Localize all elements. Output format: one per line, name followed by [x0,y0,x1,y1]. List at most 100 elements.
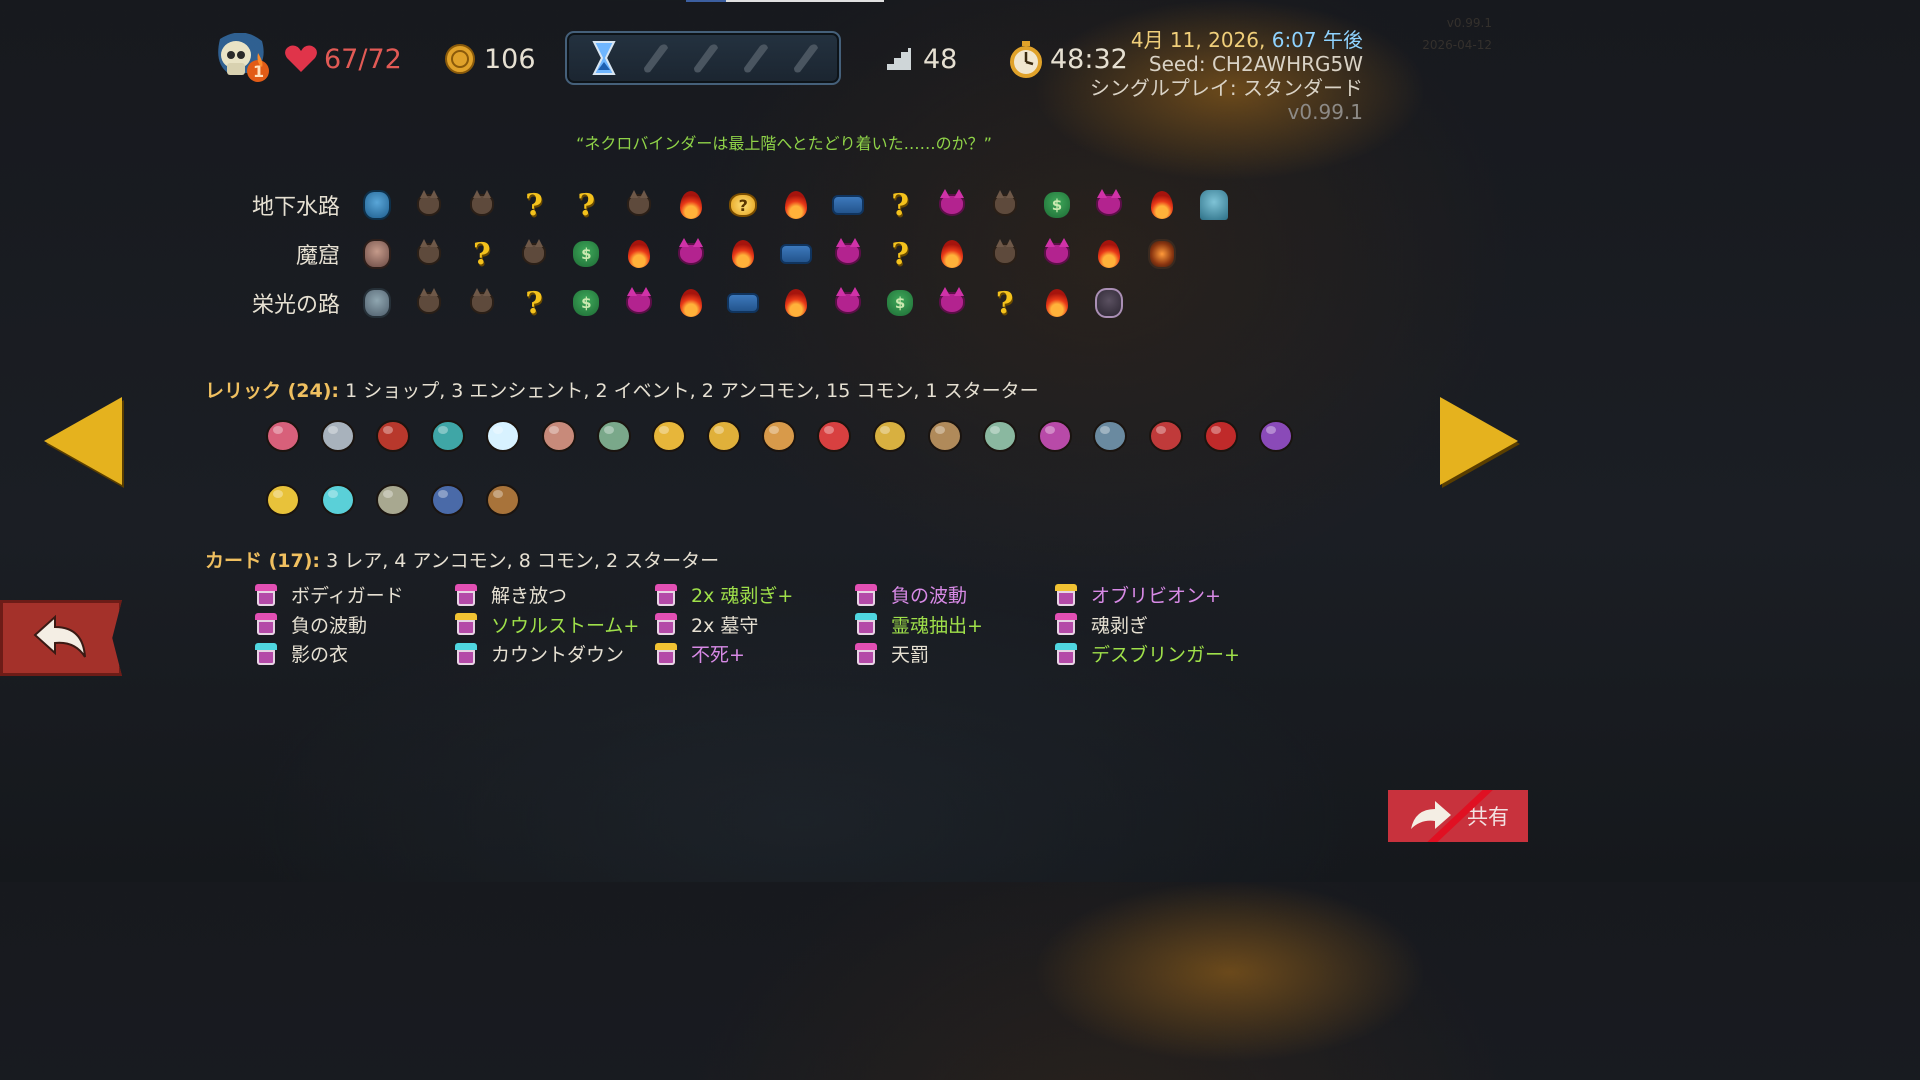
potion-slot-empty[interactable] [785,40,822,77]
map-node-boss-icon[interactable] [351,283,403,323]
relic-backpack-icon[interactable] [917,408,972,460]
relic-golden-crown-icon[interactable] [641,408,696,460]
map-node-unknown-icon[interactable]: ? [508,185,560,225]
card-entry[interactable]: 不死+ [655,639,855,669]
map-node-boss-icon[interactable] [1083,283,1135,323]
relic-teapot-icon[interactable] [972,408,1027,460]
map-node-boss-icon[interactable] [351,234,403,274]
map-node-rest-icon[interactable] [665,185,717,225]
map-node-unknown-icon[interactable]: ? [874,234,926,274]
card-entry[interactable]: カウントダウン [455,639,655,669]
card-entry[interactable]: 影の衣 [255,639,455,669]
map-node-rest-icon[interactable] [769,283,821,323]
map-node-shop-icon[interactable]: $ [560,234,612,274]
relic-teal-bowl-icon[interactable] [421,408,476,460]
map-node-rest-icon[interactable] [665,283,717,323]
map-node-elite-icon[interactable] [1083,185,1135,225]
relic-red-mailbox-icon[interactable] [365,408,420,460]
potion-slot-empty[interactable] [635,40,672,77]
card-entry[interactable]: 魂剥ぎ [1055,610,1255,640]
cards-summary: 3 レア, 4 アンコモン, 8 コモン, 2 スターター [326,550,720,572]
map-node-boss-icon[interactable] [1135,234,1187,274]
map-node-elite-icon[interactable] [665,234,717,274]
map-node-monster-icon[interactable] [403,234,455,274]
map-node-elite-icon[interactable] [612,283,664,323]
map-node-monster-icon[interactable] [403,283,455,323]
relic-tag-icon[interactable] [1083,408,1138,460]
previous-run-arrow-icon[interactable] [44,397,122,485]
character-portrait[interactable]: 1 [212,33,272,82]
map-node-boss-icon[interactable] [1188,185,1240,225]
relic-heart-coral-icon[interactable] [255,408,310,460]
map-node-monster-icon[interactable] [456,185,508,225]
map-node-unknown-icon[interactable]: ? [560,185,612,225]
relic-lipstick-icon[interactable] [807,408,862,460]
map-node-rest-icon[interactable] [612,234,664,274]
map-node-unknown-icon[interactable]: ? [508,283,560,323]
card-entry[interactable]: 解き放つ [455,580,655,610]
map-node-elite-icon[interactable] [926,283,978,323]
map-node-rest-icon[interactable] [769,185,821,225]
map-node-shop-icon[interactable]: $ [874,283,926,323]
card-entry[interactable]: 2x 墓守 [655,610,855,640]
map-node-unknown-icon[interactable]: ? [874,185,926,225]
relic-origami-icon[interactable] [752,408,807,460]
relic-red-cushion-icon[interactable] [1138,408,1193,460]
map-node-ancient-icon[interactable]: ? [717,185,769,225]
back-button[interactable] [0,600,122,676]
map-node-monster-icon[interactable] [456,283,508,323]
relic-red-potion-icon[interactable] [1193,408,1248,460]
potion-slot-empty[interactable] [735,40,772,77]
potion-slot-empty[interactable] [685,40,722,77]
map-node-rest-icon[interactable] [1083,234,1135,274]
relic-scissors-icon[interactable] [310,408,365,460]
map-node-shop-icon[interactable]: $ [560,283,612,323]
map-node-monster-icon[interactable] [508,234,560,274]
relic-sunflower-icon[interactable] [255,472,310,524]
card-entry[interactable]: ソウルストーム+ [455,610,655,640]
card-icon [1055,583,1077,606]
map-node-elite-icon[interactable] [1031,234,1083,274]
relic-golden-vajra-icon[interactable] [697,408,752,460]
map-node-monster-icon[interactable] [403,185,455,225]
card-entry[interactable]: ボディガード [255,580,455,610]
card-entry[interactable]: オブリビオン+ [1055,580,1255,610]
potion-slot-hourglass[interactable] [585,40,622,77]
map-node-elite-icon[interactable] [822,283,874,323]
map-node-rest-icon[interactable] [717,234,769,274]
card-entry[interactable]: 負の波動 [255,610,455,640]
map-node-treasure-icon[interactable] [822,185,874,225]
relic-purple-slug-icon[interactable] [1248,408,1303,460]
map-node-unknown-icon[interactable]: ? [456,234,508,274]
card-entry[interactable]: 2x 魂剥ぎ+ [655,580,855,610]
map-node-monster-icon[interactable] [612,185,664,225]
relic-gold-ring-icon[interactable] [862,408,917,460]
map-node-rest-icon[interactable] [1135,185,1187,225]
relic-whetstone-icon[interactable] [421,472,476,524]
next-run-arrow-icon[interactable] [1440,397,1518,485]
share-button[interactable]: 共有 [1388,790,1528,842]
relic-wood-totem-icon[interactable] [476,472,531,524]
map-node-rest-icon[interactable] [1031,283,1083,323]
card-entry[interactable]: 霊魂抽出+ [855,610,1055,640]
map-node-monster-icon[interactable] [979,185,1031,225]
map-node-elite-icon[interactable] [822,234,874,274]
relic-purple-potion-icon[interactable] [1028,408,1083,460]
card-entry[interactable]: 負の波動 [855,580,1055,610]
map-node-treasure-icon[interactable] [769,234,821,274]
potion-belt [565,31,841,85]
relic-feather-icon[interactable] [531,408,586,460]
map-node-boss-icon[interactable] [351,185,403,225]
map-node-monster-icon[interactable] [979,234,1031,274]
map-node-treasure-icon[interactable] [717,283,769,323]
map-node-unknown-icon[interactable]: ? [979,283,1031,323]
card-entry[interactable]: デスブリンガー+ [1055,639,1255,669]
map-node-elite-icon[interactable] [926,185,978,225]
map-node-rest-icon[interactable] [926,234,978,274]
card-entry[interactable]: 天罰 [855,639,1055,669]
relic-newtons-cradle-icon[interactable] [365,472,420,524]
relic-tea-kettle-icon[interactable] [586,408,641,460]
relic-prism-icon[interactable] [310,472,365,524]
relic-snowflake-icon[interactable] [476,408,531,460]
map-node-shop-icon[interactable]: $ [1031,185,1083,225]
